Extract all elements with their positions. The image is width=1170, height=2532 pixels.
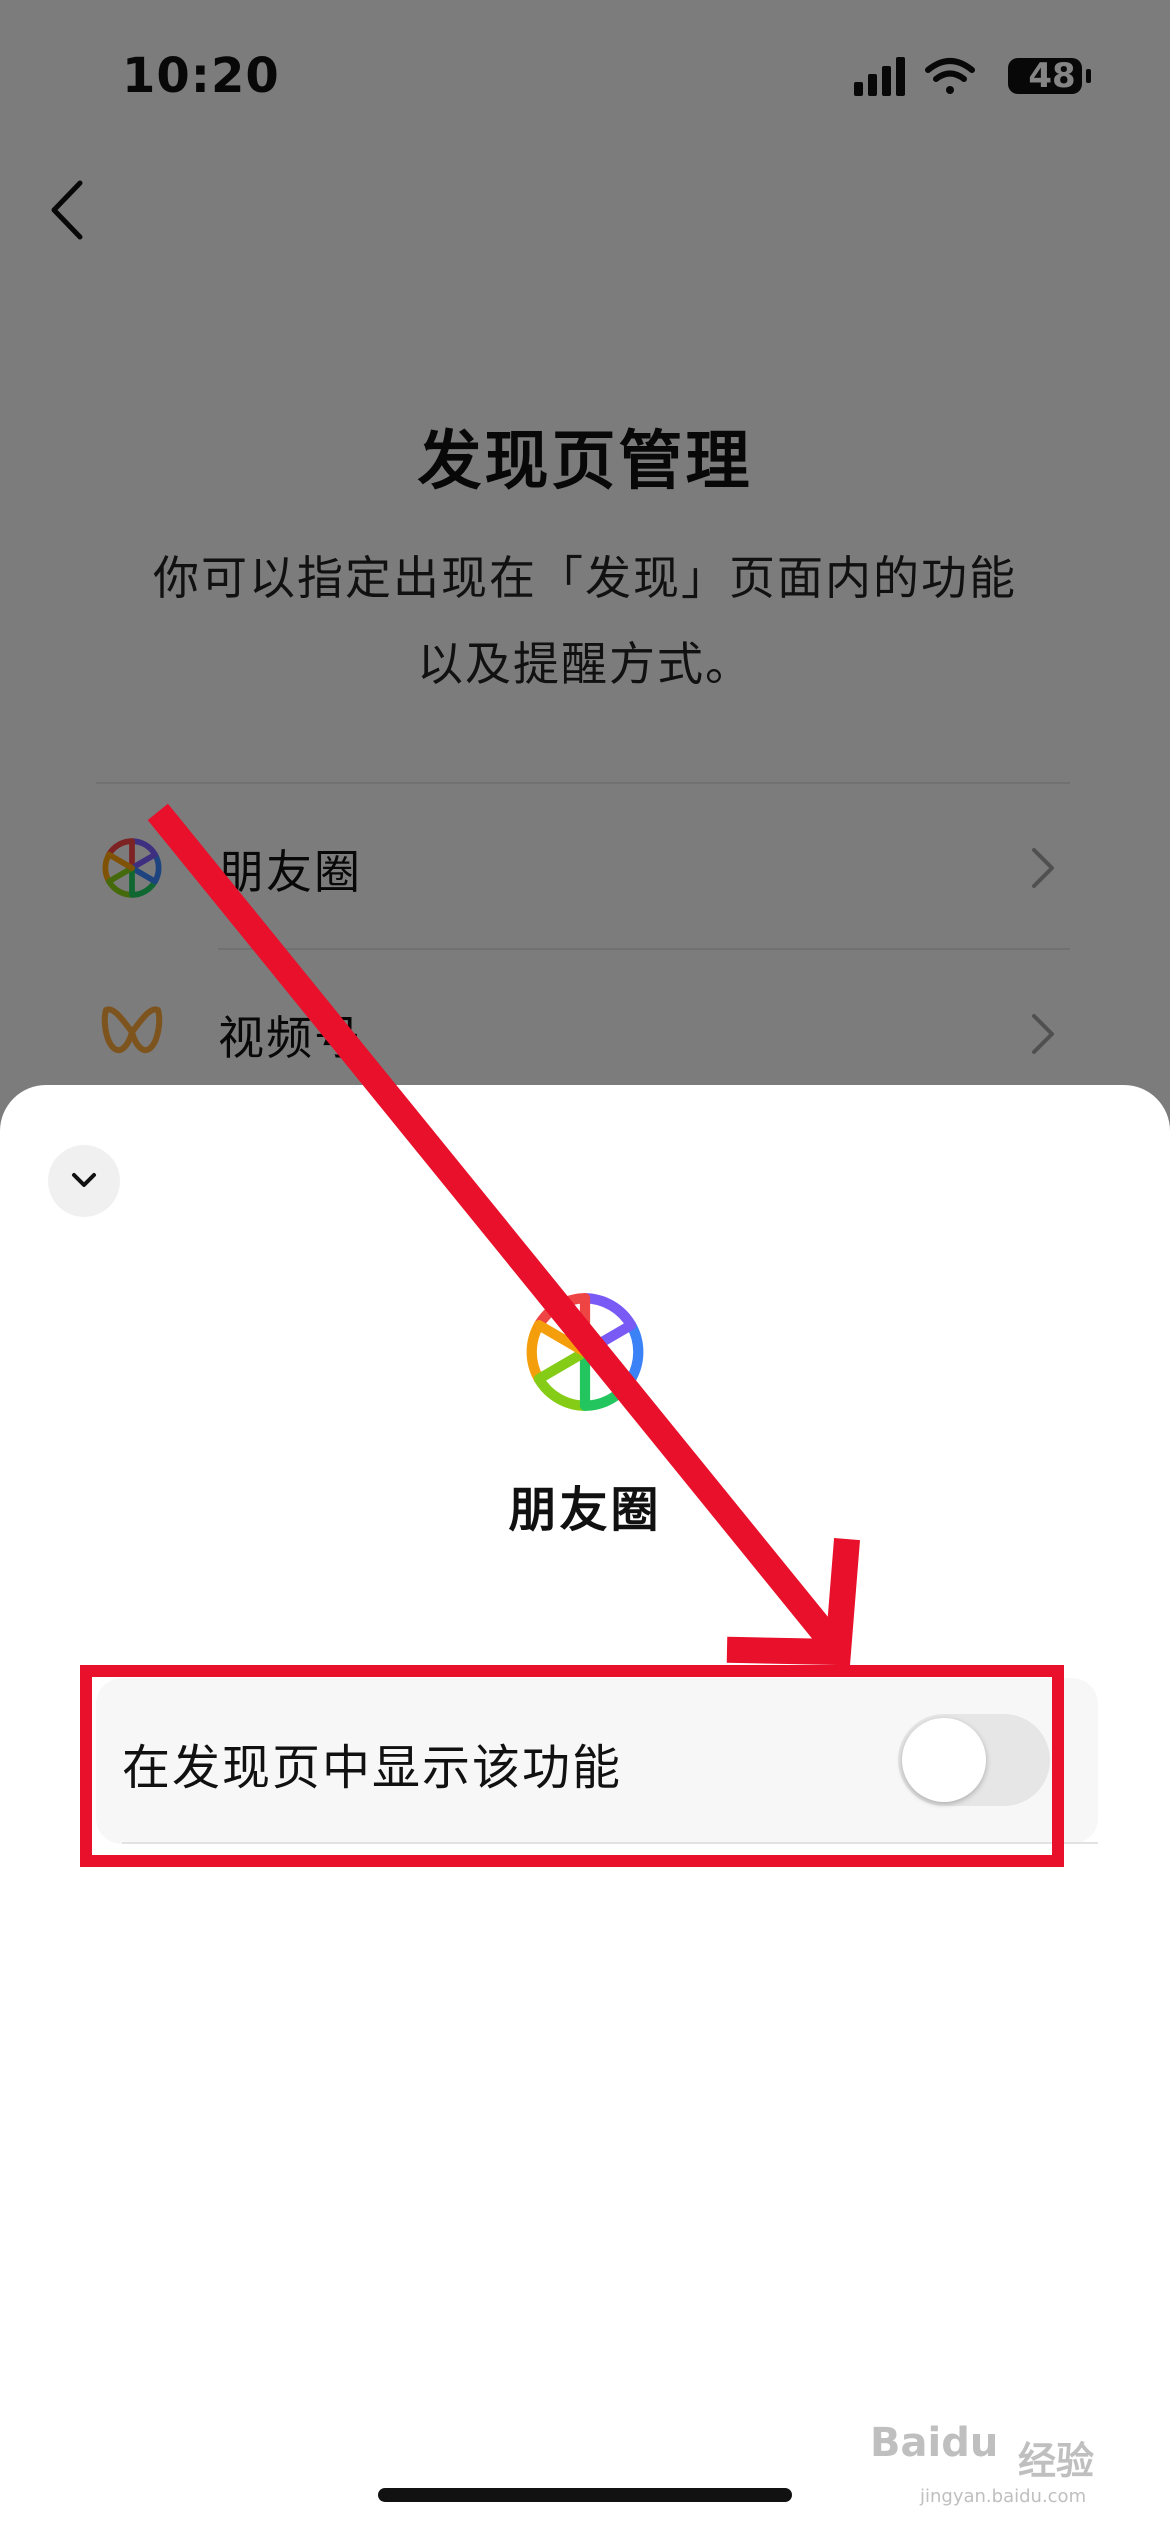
annotation-highlight-box: [80, 1665, 1064, 1867]
baidu-jingyan-watermark: Baidu 经验 jingyan.baidu.com: [870, 2420, 1140, 2507]
chevron-down-icon: [72, 1173, 96, 1187]
sheet-title: 朋友圈: [508, 1482, 662, 1538]
watermark-text: 经验: [1018, 2439, 1095, 2483]
moments-icon: [526, 1293, 644, 1411]
collapse-button[interactable]: [48, 1145, 120, 1217]
watermark-subtext: jingyan.baidu.com: [920, 2486, 1087, 2507]
watermark-logo: Baidu: [870, 2420, 999, 2466]
home-indicator: [378, 2488, 792, 2502]
